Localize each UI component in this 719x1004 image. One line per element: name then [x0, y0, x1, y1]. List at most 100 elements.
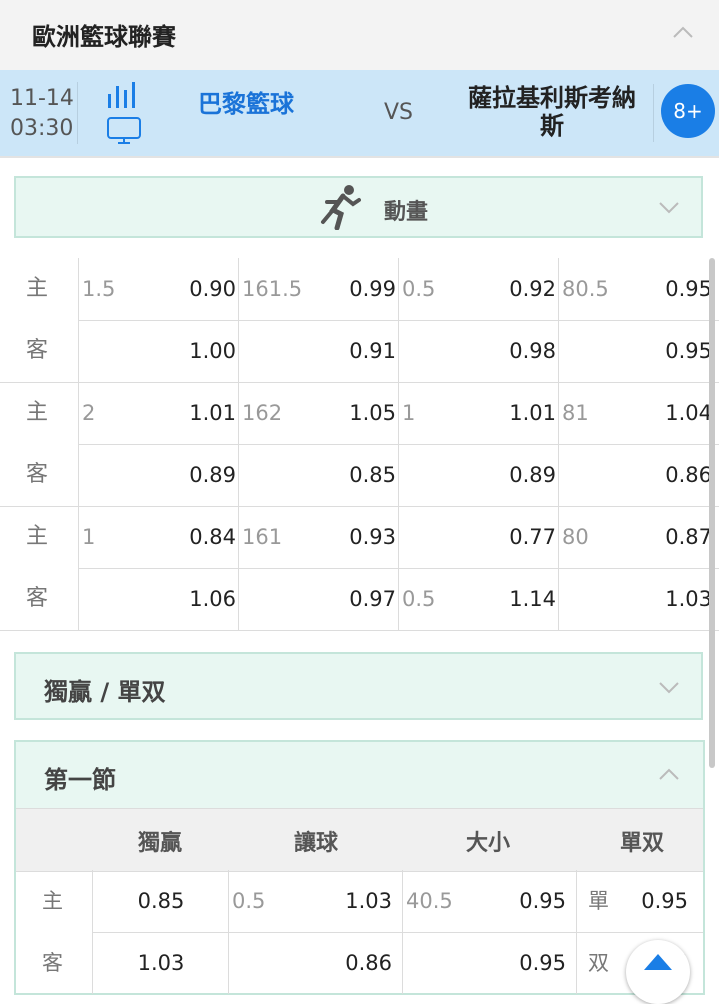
odds-value[interactable]: 0.95 [632, 320, 712, 382]
odds-value[interactable]: 1.03 [116, 932, 206, 994]
chevron-down-icon[interactable] [658, 676, 680, 698]
quarter1-header[interactable]: 第一節 [16, 742, 703, 808]
column-divider [92, 870, 93, 994]
side-label: 客 [26, 586, 49, 611]
col-over-under: 大小 [466, 831, 511, 856]
column-divider [402, 870, 403, 994]
odds-value[interactable]: 0.92 [476, 258, 556, 320]
runner-icon [319, 184, 361, 234]
odds-line: 1 [82, 525, 96, 549]
odds-line: 161.5 [242, 277, 303, 301]
match-datetime: 11-14 03:30 [10, 84, 74, 144]
odds-value[interactable]: 0.90 [156, 258, 236, 320]
odds-value[interactable]: 1.14 [476, 568, 556, 630]
odds-value[interactable]: 0.85 [116, 870, 206, 932]
odds-line [232, 932, 292, 994]
column-divider [576, 870, 577, 994]
odds-line: 81 [562, 401, 589, 425]
column-divider [398, 258, 399, 630]
odds-line: 1 [402, 401, 416, 425]
table-row: 主 0.85 0.5 1.03 40.5 0.95 單 0.95 [16, 870, 703, 932]
quarter1-column-headers: 獨贏 讓球 大小 單双 [16, 808, 703, 872]
league-header[interactable]: 歐洲籃球聯賽 [0, 0, 719, 71]
more-markets-button[interactable]: 8+ [661, 84, 715, 138]
odd-even-label: 双 [588, 951, 609, 975]
table-row: 主 1 0.84 161 0.93 0.77 80 0.87 [0, 506, 719, 568]
odds-value[interactable]: 0.85 [316, 444, 396, 506]
odds-value[interactable]: 1.00 [156, 320, 236, 382]
table-row: 客 1.06 0.97 0.5 1.14 1.03 [0, 568, 719, 630]
odds-value[interactable]: 0.93 [316, 506, 396, 568]
moneyline-section-bar[interactable]: 獨贏 / 單双 [14, 652, 703, 720]
column-divider [238, 258, 239, 630]
row-divider [0, 630, 719, 631]
animation-label: 動畫 [384, 200, 429, 225]
odds-value[interactable]: 0.87 [632, 506, 712, 568]
odds-value[interactable]: 1.06 [156, 568, 236, 630]
column-divider [228, 870, 229, 994]
odds-value[interactable]: 0.99 [316, 258, 396, 320]
side-label: 客 [42, 951, 63, 975]
vs-label: VS [384, 100, 414, 125]
home-team-name[interactable]: 巴黎籃球 [198, 84, 294, 119]
side-label: 主 [26, 400, 49, 425]
match-date: 11-14 [10, 86, 74, 111]
odds-value[interactable]: 0.95 [486, 932, 566, 994]
col-handicap: 讓球 [294, 831, 339, 856]
odds-value[interactable]: 0.98 [476, 320, 556, 382]
column-divider [78, 258, 79, 630]
odds-value[interactable]: 0.89 [476, 444, 556, 506]
side-label: 客 [26, 462, 49, 487]
odds-line: 0.5 [232, 889, 266, 913]
match-time: 03:30 [10, 116, 74, 141]
odds-line: 0.5 [402, 277, 436, 301]
scroll-to-top-button[interactable] [626, 940, 690, 1004]
odds-line: 80.5 [562, 277, 609, 301]
chevron-up-icon[interactable] [672, 22, 694, 44]
table-row: 客1.030.860.95双0.95 [16, 932, 703, 994]
odds-value[interactable]: 1.05 [316, 382, 396, 444]
divider [653, 84, 654, 142]
odds-value[interactable]: 0.86 [312, 932, 392, 994]
arrow-up-icon [644, 954, 672, 970]
odds-value[interactable]: 0.95 [632, 258, 712, 320]
odds-line: 2 [82, 401, 96, 425]
animation-bar[interactable]: 動畫 [14, 176, 703, 238]
side-label: 客 [26, 338, 49, 363]
odds-line: 161 [242, 525, 283, 549]
odds-value[interactable]: 1.01 [156, 382, 236, 444]
tv-icon[interactable] [107, 116, 141, 150]
odds-value[interactable]: 0.77 [476, 506, 556, 568]
chevron-up-icon[interactable] [658, 764, 680, 786]
odds-line: 1.5 [82, 277, 116, 301]
odds-line: 80 [562, 525, 589, 549]
odd-even-label: 單 [588, 889, 609, 913]
odds-value[interactable]: 1.03 [632, 568, 712, 630]
odds-value[interactable]: 0.91 [316, 320, 396, 382]
column-divider [558, 258, 559, 630]
odds-value[interactable]: 0.86 [632, 444, 712, 506]
odds-value[interactable]: 0.89 [156, 444, 236, 506]
odds-value[interactable]: 0.97 [316, 568, 396, 630]
odds-value[interactable]: 1.04 [632, 382, 712, 444]
league-title: 歐洲籃球聯賽 [32, 23, 176, 51]
odds-value[interactable]: 0.84 [156, 506, 236, 568]
side-label: 主 [26, 524, 49, 549]
odds-value[interactable]: 0.95 [486, 870, 566, 932]
odds-value[interactable]: 1.03 [312, 870, 392, 932]
odds-line: 40.5 [406, 889, 453, 913]
odds-value[interactable]: 0.95 [618, 870, 688, 932]
table-row: 主 2 1.01 162 1.05 1 1.01 81 1.04 [0, 382, 719, 444]
col-moneyline: 獨贏 [138, 831, 183, 856]
scrollbar[interactable] [709, 258, 715, 768]
table-row: 客 0.89 0.85 0.89 0.86 [0, 444, 719, 506]
away-team-name[interactable]: 薩拉基利斯考納斯 [460, 84, 644, 140]
stats-bars-icon[interactable] [106, 80, 140, 114]
chevron-down-icon[interactable] [658, 196, 680, 218]
match-row[interactable]: 11-14 03:30 巴黎籃球 VS 薩拉基利斯考納斯 [0, 70, 719, 158]
odds-line: 162 [242, 401, 283, 425]
divider [77, 82, 78, 144]
section-title: 第一節 [44, 766, 116, 794]
table-row: 主 1.5 0.90 161.5 0.99 0.5 0.92 80.5 0.95 [0, 258, 719, 320]
odds-value[interactable]: 1.01 [476, 382, 556, 444]
